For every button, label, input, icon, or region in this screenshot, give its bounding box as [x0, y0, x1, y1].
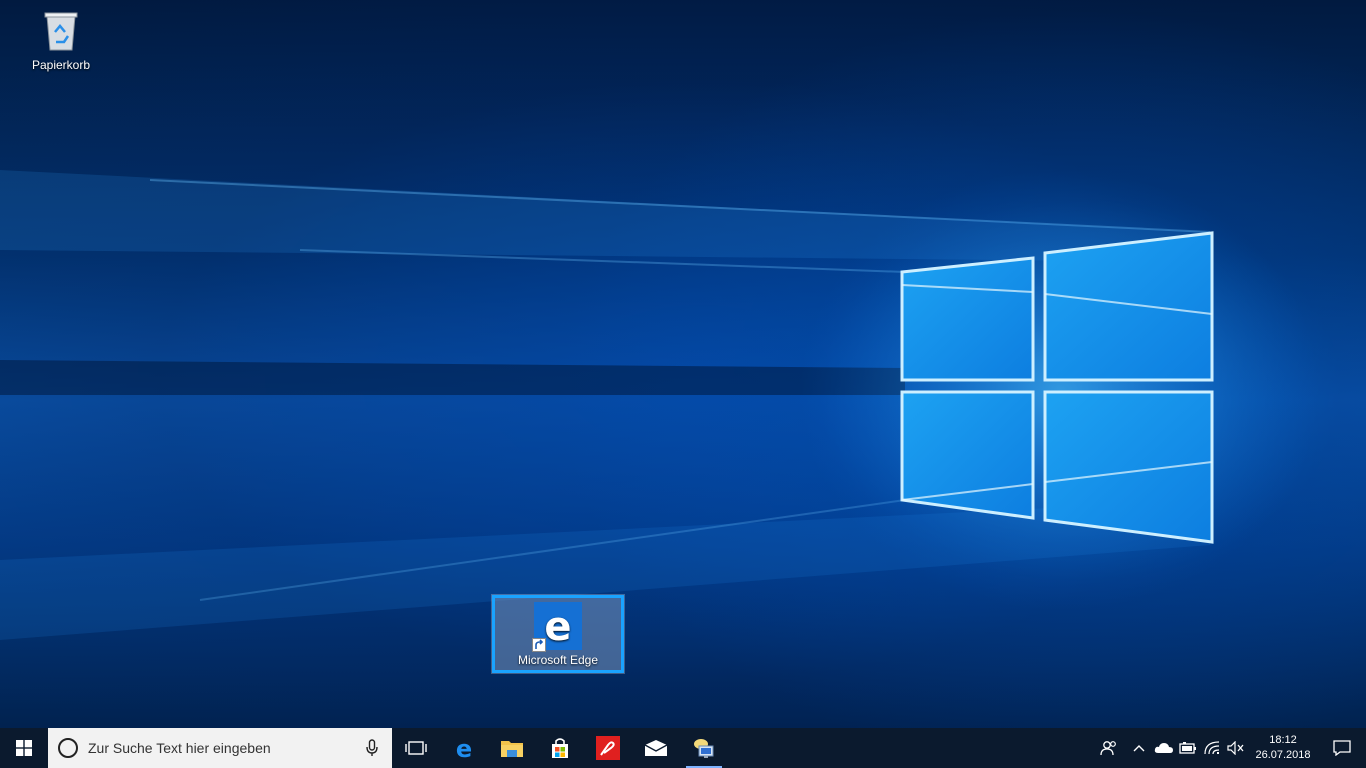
- volume-button[interactable]: [1224, 728, 1248, 768]
- edge-icon: e: [456, 736, 472, 760]
- clock[interactable]: 18:12 26.07.2018: [1248, 728, 1318, 768]
- notification-icon: [1333, 740, 1351, 756]
- recycle-bin-icon: [44, 12, 78, 51]
- show-hidden-icons-button[interactable]: [1126, 728, 1152, 768]
- taskbar-store-button[interactable]: [536, 728, 584, 768]
- start-button[interactable]: [0, 728, 48, 768]
- desktop-icon-microsoft-edge[interactable]: e Microsoft Edge: [491, 594, 625, 674]
- action-center-button[interactable]: [1318, 728, 1366, 768]
- pdf-icon: [596, 736, 620, 760]
- task-view-icon: [405, 741, 427, 755]
- desktop-icon-recycle-bin[interactable]: Papierkorb: [22, 6, 100, 76]
- volume-muted-icon: [1227, 741, 1244, 755]
- taskbar-mail-button[interactable]: [632, 728, 680, 768]
- svg-text:e: e: [456, 736, 472, 760]
- store-icon: [552, 738, 568, 758]
- desktop-icon-label: Papierkorb: [31, 58, 91, 72]
- search-input[interactable]: Zur Suche Text hier eingeben: [48, 728, 392, 768]
- taskbar-file-explorer-button[interactable]: [488, 728, 536, 768]
- search-placeholder: Zur Suche Text hier eingeben: [88, 740, 271, 756]
- taskbar-network-app-button[interactable]: [680, 728, 728, 768]
- people-icon: [1100, 741, 1116, 756]
- taskbar-edge-button[interactable]: e: [440, 728, 488, 768]
- mail-icon: [644, 740, 668, 756]
- windows-logo-wallpaper: [0, 170, 1320, 640]
- cortana-icon: [58, 738, 78, 758]
- windows-logo-icon: [16, 740, 32, 756]
- clock-date: 26.07.2018: [1255, 749, 1311, 761]
- folder-icon: [501, 741, 523, 757]
- taskbar: Zur Suche Text hier eingeben e 18:12 26.…: [0, 728, 1366, 768]
- onedrive-button[interactable]: [1152, 728, 1176, 768]
- shortcut-arrow-icon: [532, 638, 546, 652]
- desktop-icon-label: Microsoft Edge: [517, 653, 599, 667]
- edge-icon: e: [532, 602, 582, 652]
- onedrive-icon: [1154, 743, 1173, 753]
- people-button[interactable]: [1092, 728, 1126, 768]
- network-button[interactable]: [1200, 728, 1224, 768]
- task-view-button[interactable]: [392, 728, 440, 768]
- battery-icon: [1179, 742, 1196, 754]
- wifi-icon: [1204, 741, 1220, 755]
- svg-text:e: e: [544, 604, 571, 650]
- chevron-up-icon: [1133, 745, 1145, 752]
- microphone-icon[interactable]: [366, 739, 378, 757]
- network-app-icon: [694, 739, 714, 758]
- desktop[interactable]: Papierkorb e Microsoft Edge: [0, 0, 1366, 728]
- clock-time: 18:12: [1269, 734, 1297, 746]
- taskbar-pdf-app-button[interactable]: [584, 728, 632, 768]
- system-tray: 18:12 26.07.2018: [1092, 728, 1366, 768]
- battery-button[interactable]: [1176, 728, 1200, 768]
